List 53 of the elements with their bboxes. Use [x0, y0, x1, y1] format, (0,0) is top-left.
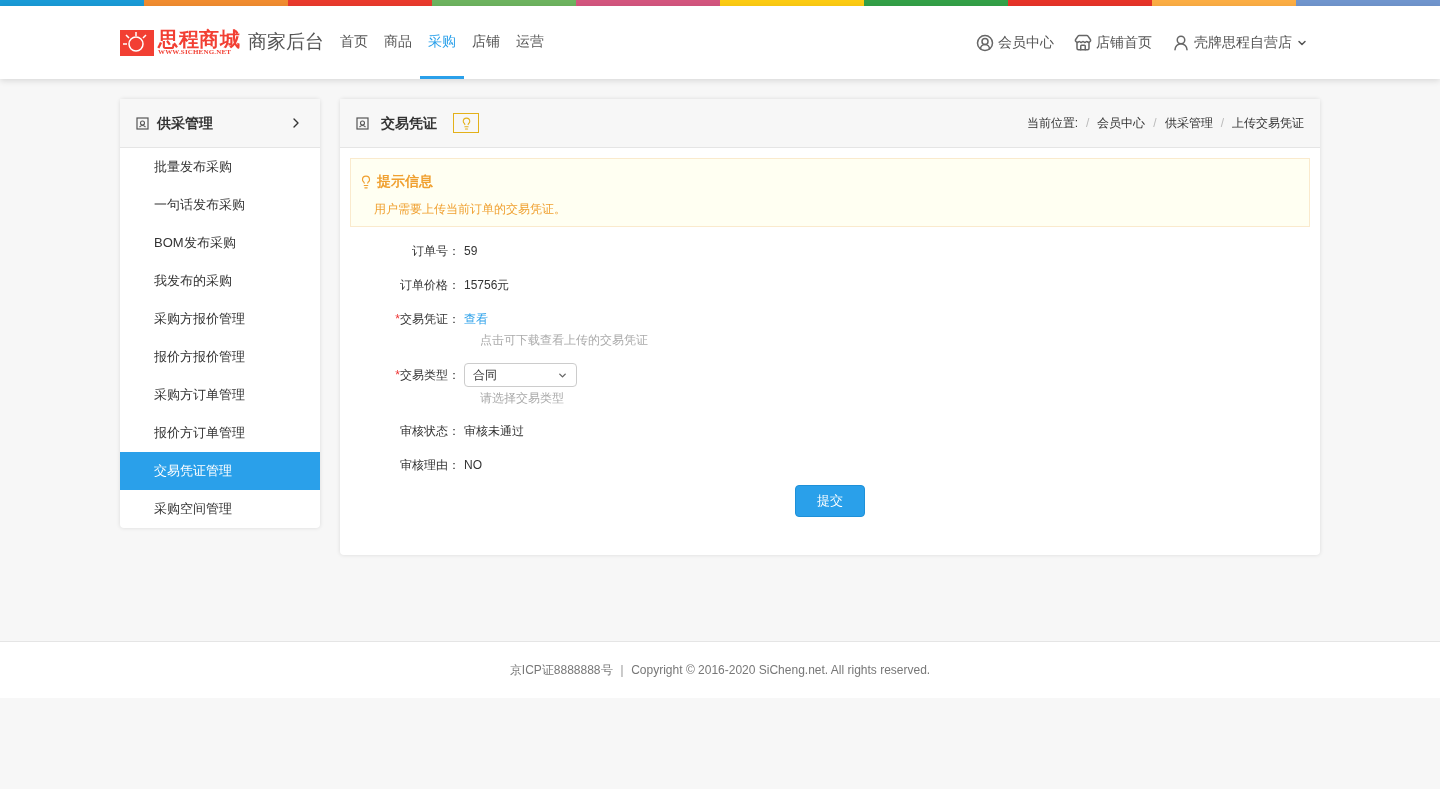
frame-icon — [356, 116, 369, 130]
required-mark: * — [395, 367, 400, 384]
header-link[interactable]: 壳牌思程自营店 — [1172, 32, 1308, 53]
sidebar-item[interactable]: 报价方订单管理 — [120, 414, 320, 452]
nav-tab[interactable]: 首页 — [332, 6, 376, 79]
shop-icon — [1074, 33, 1092, 52]
breadcrumb-link[interactable]: 供采管理 — [1164, 114, 1213, 132]
breadcrumb-label: 当前位置: — [1026, 115, 1078, 132]
field-label: 订单价格： — [400, 277, 460, 294]
nav-tab[interactable]: 商品 — [376, 6, 420, 79]
field-value: 审核未通过 — [464, 423, 524, 440]
notice-text: 用户需要上传当前订单的交易凭证。 — [374, 201, 567, 218]
sidebar-item[interactable]: 一句话发布采购 — [120, 186, 320, 224]
nav-tab[interactable]: 店铺 — [464, 6, 508, 79]
breadcrumb-link[interactable]: 会员中心 — [1097, 114, 1146, 132]
sidebar-item[interactable]: BOM发布采购 — [120, 224, 320, 262]
site-title: 商家后台 — [248, 30, 324, 55]
type-select[interactable]: 合同 — [464, 363, 577, 387]
logo-icon — [120, 29, 154, 56]
field-label: 订单号： — [412, 243, 460, 260]
user-icon — [1172, 33, 1190, 52]
sidebar-item[interactable]: 批量发布采购 — [120, 148, 320, 186]
logo-text: 思程商城 — [158, 29, 240, 49]
field-value: NO — [464, 457, 482, 474]
frame-icon — [136, 116, 149, 130]
field-hint: 请选择交易类型 — [480, 390, 565, 407]
field-value: 15756元 — [464, 277, 510, 294]
nav-tab[interactable]: 运营 — [508, 6, 552, 79]
breadcrumb-separator: / — [1220, 115, 1224, 132]
bulb-icon — [453, 113, 479, 133]
sidebar-item[interactable]: 采购方订单管理 — [120, 376, 320, 414]
breadcrumb-separator: / — [1153, 115, 1157, 132]
user-icon — [976, 33, 994, 52]
field-label: 审核理由： — [400, 457, 460, 474]
field-label: 交易凭证： — [400, 311, 460, 328]
header-link[interactable]: 会员中心 — [976, 32, 1054, 53]
field-label: 交易类型： — [400, 367, 460, 384]
field-hint: 点击可下载查看上传的交易凭证 — [480, 332, 649, 349]
field-label: 审核状态： — [400, 423, 460, 440]
header-link[interactable]: 店铺首页 — [1074, 32, 1152, 53]
breadcrumb-separator: / — [1085, 115, 1090, 132]
panel-title: 交易凭证 — [381, 113, 437, 133]
required-mark: * — [395, 311, 400, 328]
sidebar-item[interactable]: 报价方报价管理 — [120, 338, 320, 376]
sidebar-item[interactable]: 采购方报价管理 — [120, 300, 320, 338]
sidebar-item[interactable]: 我发布的采购 — [120, 262, 320, 300]
bulb-icon — [359, 174, 373, 189]
breadcrumb-link[interactable]: 上传交易凭证 — [1232, 114, 1304, 132]
copyright-text: 京ICP证8888888号 ｜ Copyright © 2016-2020 SiCheng.net. All rights reserved. — [509, 662, 931, 679]
sidebar-title: 供采管理 — [157, 113, 213, 133]
notice-title: 提示信息 — [377, 172, 433, 191]
sidebar-item[interactable]: 采购空间管理 — [120, 490, 320, 528]
field-value: 59 — [464, 243, 478, 260]
